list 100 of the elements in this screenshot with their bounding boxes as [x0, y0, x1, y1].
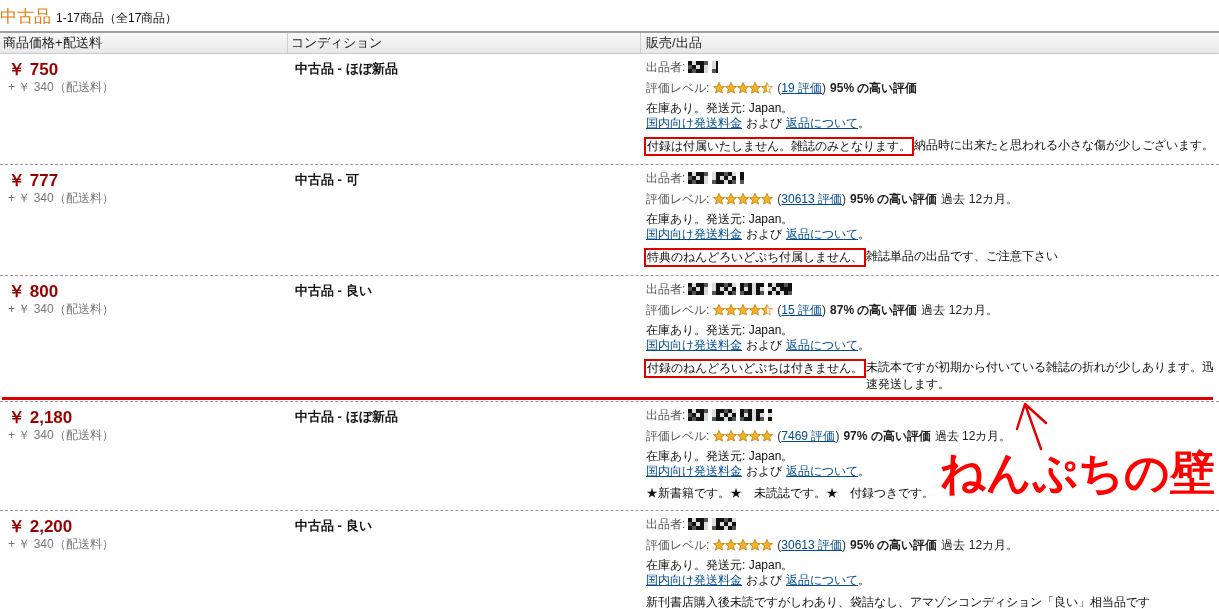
- rating-period: 過去 12カ月。: [941, 536, 1019, 554]
- star-icon: [737, 81, 750, 94]
- paren-text: ): [835, 427, 840, 445]
- reviews-link[interactable]: 19 評価: [781, 78, 823, 97]
- rating-score: 95% の高い評価: [850, 190, 938, 208]
- section-title: 中古品: [0, 7, 51, 27]
- punctuation-text: 。: [858, 338, 870, 353]
- seller-comment: 新刊書店購入後未読ですがしわあり、袋詰なし、アマゾンコンディション「良い」相当品です: [646, 594, 1150, 609]
- reviews-link[interactable]: 7469 評価: [781, 426, 836, 445]
- punctuation-text: 。: [858, 116, 870, 131]
- shipping-rates-link[interactable]: 国内向け発送料金: [646, 338, 742, 353]
- shipping-fee: + ￥ 340（配送料）: [8, 80, 114, 95]
- shipping-rates-link[interactable]: 国内向け発送料金: [646, 116, 742, 131]
- star-icon: [713, 429, 726, 442]
- returns-link[interactable]: 返品について: [786, 116, 858, 131]
- rating-score: 95% の高い評価: [830, 79, 918, 97]
- rating-period: 過去 12カ月。: [921, 301, 999, 319]
- column-header: 販売/出品: [646, 34, 702, 53]
- star-icon: [725, 538, 738, 551]
- shipping-rates-link[interactable]: 国内向け発送料金: [646, 573, 742, 588]
- seller-comment: ★新書籍です。★ 未読誌です。★ 付録つきです。: [646, 485, 934, 502]
- star-icon: [737, 538, 750, 551]
- stock-status: 在庫あり。発送元: Japan。: [646, 558, 794, 573]
- conjunction-text: および: [746, 464, 782, 479]
- star-icon: [749, 429, 762, 442]
- column-header: コンディション: [291, 34, 382, 53]
- highlighted-comment: 付録のねんどろいどぷちは付きません。: [644, 359, 866, 378]
- seller-label: 出品者:: [646, 169, 686, 187]
- star-icon: [749, 538, 762, 551]
- seller-comment: 納品時に出来たと思われる小さな傷が少しございます。: [914, 137, 1214, 154]
- reviews-link[interactable]: 30613 評価: [781, 535, 843, 554]
- rating-label: 評価レベル:: [646, 79, 710, 97]
- seller-label: 出品者:: [646, 280, 686, 298]
- condition: 中古品 - ほぼ新品: [295, 60, 398, 77]
- highlighted-comment: 付録は付属いたしません。雑誌のみとなります。: [644, 137, 914, 156]
- star-icon: [713, 303, 726, 316]
- reviews-link[interactable]: 30613 評価: [781, 189, 843, 208]
- highlighted-comment: 特典のねんどろいどぷち付属しません、: [644, 248, 866, 267]
- star-icon: [725, 303, 738, 316]
- star-icon: [761, 81, 774, 94]
- paren-text: (: [777, 79, 782, 97]
- annotation-text: ねんぷちの壁: [940, 447, 1215, 499]
- conjunction-text: および: [746, 227, 782, 242]
- shipping-rates-link[interactable]: 国内向け発送料金: [646, 464, 742, 479]
- rating-score: 95% の高い評価: [850, 536, 938, 554]
- shipping-fee: + ￥ 340（配送料）: [8, 537, 114, 552]
- paren-text: (: [777, 427, 782, 445]
- shipping-rates-link[interactable]: 国内向け発送料金: [646, 227, 742, 242]
- pixelated-name-drawing: [688, 60, 719, 73]
- rating-score: 97% の高い評価: [843, 427, 931, 445]
- punctuation-text: 。: [858, 573, 870, 588]
- returns-link[interactable]: 返品について: [786, 573, 858, 588]
- paren-text: (: [777, 536, 782, 554]
- returns-link[interactable]: 返品について: [786, 464, 858, 479]
- seller-label: 出品者:: [646, 406, 686, 424]
- punctuation-text: 。: [858, 464, 870, 479]
- star-icon: [737, 303, 750, 316]
- paren-text: ): [822, 301, 827, 319]
- returns-link[interactable]: 返品について: [786, 338, 858, 353]
- rating-score: 87% の高い評価: [830, 301, 918, 319]
- condition: 中古品 - ほぼ新品: [295, 408, 398, 425]
- star-icon: [761, 192, 774, 205]
- star-icon: [761, 303, 774, 316]
- price: ￥ 2,200: [8, 517, 73, 537]
- paren-text: (: [777, 301, 782, 319]
- condition: 中古品 - 可: [295, 171, 359, 188]
- star-icon: [737, 429, 750, 442]
- annotation-arrow: [1015, 402, 1049, 452]
- rating-label: 評価レベル:: [646, 427, 710, 445]
- seller-comment: 雑誌単品の出品です、ご注意下さい: [866, 248, 1058, 265]
- price: ￥ 800: [8, 282, 59, 302]
- star-icon: [725, 81, 738, 94]
- paren-text: ): [842, 190, 847, 208]
- paren-text: ): [842, 536, 847, 554]
- stock-status: 在庫あり。発送元: Japan。: [646, 449, 794, 464]
- star-icon: [713, 538, 726, 551]
- pixelated-name-drawing: [688, 517, 739, 530]
- star-icon: [749, 81, 762, 94]
- price: ￥ 2,180: [8, 408, 73, 428]
- star-icon: [761, 429, 774, 442]
- star-icon: [737, 192, 750, 205]
- returns-link[interactable]: 返品について: [786, 227, 858, 242]
- price: ￥ 777: [8, 171, 59, 191]
- rating-period: 過去 12カ月。: [941, 190, 1019, 208]
- price: ￥ 750: [8, 60, 59, 80]
- conjunction-text: および: [746, 338, 782, 353]
- condition: 中古品 - 良い: [295, 517, 372, 534]
- rating-label: 評価レベル:: [646, 536, 710, 554]
- pixelated-name-drawing: [688, 171, 745, 184]
- stock-status: 在庫あり。発送元: Japan。: [646, 101, 794, 116]
- shipping-fee: + ￥ 340（配送料）: [8, 428, 114, 443]
- star-icon: [749, 192, 762, 205]
- reviews-link[interactable]: 15 評価: [781, 300, 823, 319]
- star-icon: [761, 538, 774, 551]
- seller-label: 出品者:: [646, 58, 686, 76]
- seller-label: 出品者:: [646, 515, 686, 533]
- shipping-fee: + ￥ 340（配送料）: [8, 302, 114, 317]
- column-header: 商品価格+配送料: [3, 34, 102, 53]
- paren-text: ): [822, 79, 827, 97]
- result-count: 1-17商品（全17商品）: [56, 11, 178, 26]
